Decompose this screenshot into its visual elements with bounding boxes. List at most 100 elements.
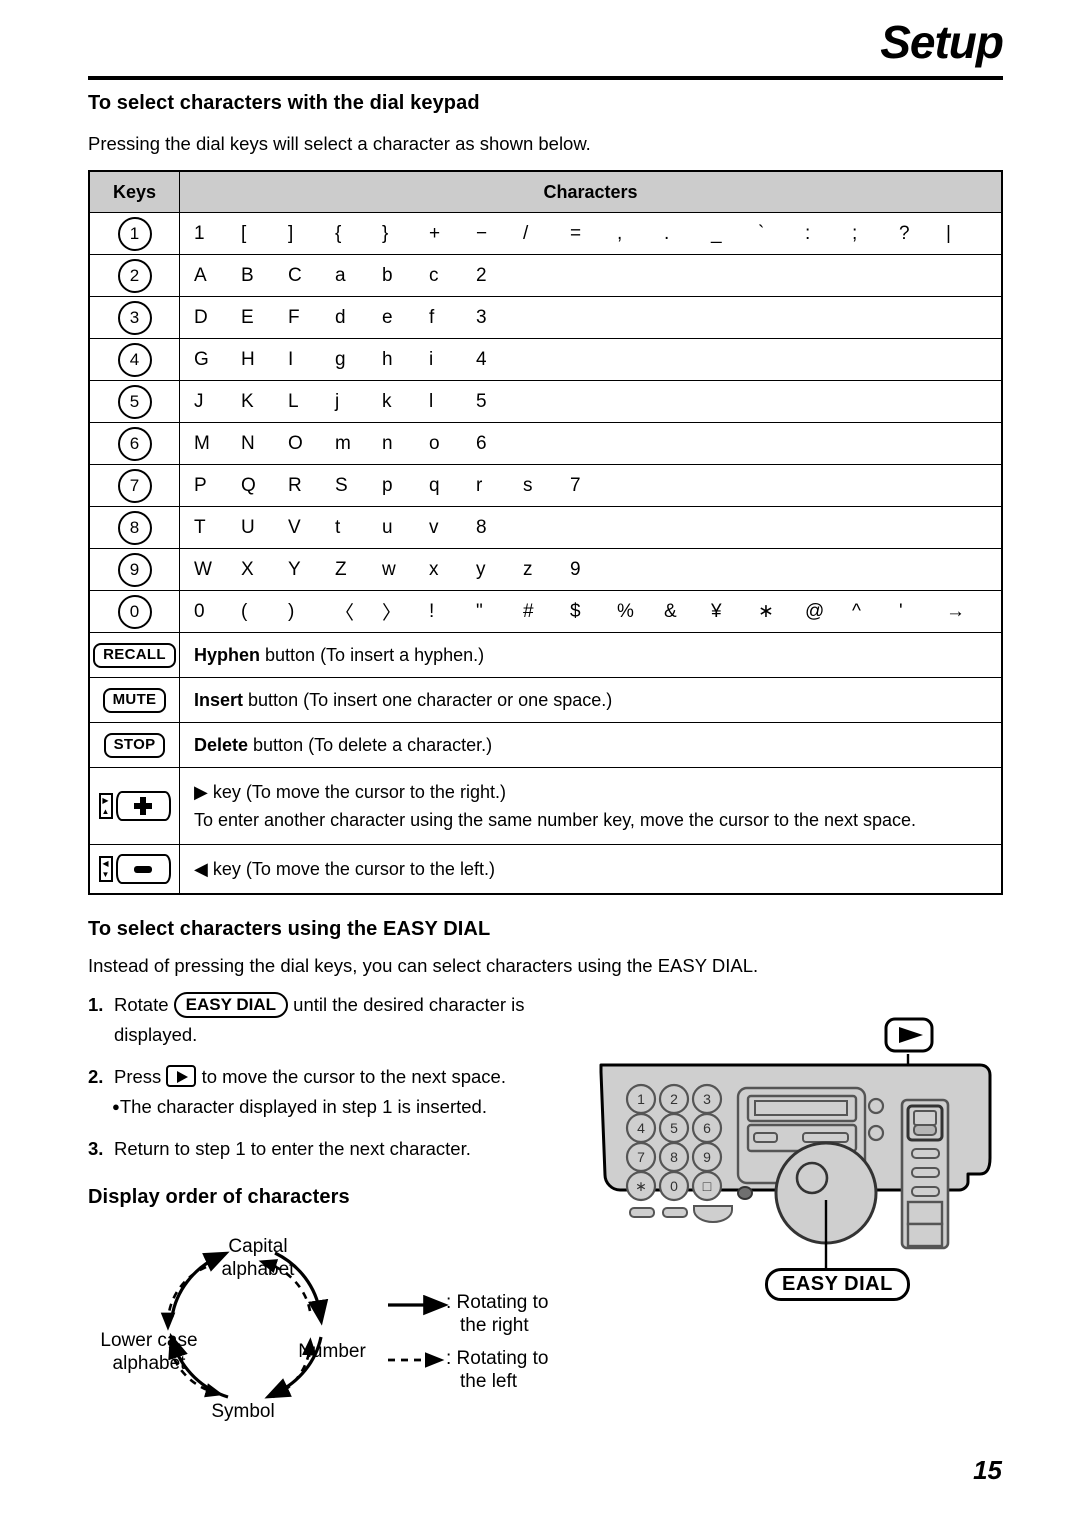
dial-key-4-icon[interactable]: 4 [117,342,152,377]
character-cell: i [429,348,434,370]
character-cell: } [382,222,389,244]
svg-text:4: 4 [637,1120,645,1136]
character-cell: " [476,600,483,622]
table-header-row: Keys Characters [90,172,1001,212]
table-row: MUTE Insert button (To insert one charact… [90,677,1001,722]
step-3-body: Return to step 1 to enter the next chara… [114,1138,471,1159]
dial-key-2-icon[interactable]: 2 [117,258,152,293]
easy-dial-steps: 1. Rotate EASY DIAL until the desired ch… [88,990,558,1176]
character-cell: s [523,474,533,496]
cursor-direction-indicator-icon: ▶ ▲ [98,793,113,819]
character-list: T U Vt u v 8 [194,517,523,539]
svg-text:∗: ∗ [635,1178,647,1194]
character-cell: { [335,222,342,244]
table-cell-description: ◀ key (To move the cursor to the left.) [180,845,1001,893]
character-list: A B Ca b c 2 [194,265,523,287]
character-cell: → [946,600,965,622]
step-2-number: 2. [88,1066,104,1087]
table-cell-key: ◀ ▼ [90,845,180,893]
character-cell: & [664,600,677,622]
table-row: 6 M N Om n o 6 [90,422,1001,464]
section-heading-dial-keypad: To select characters with the dial keypa… [88,92,480,114]
volume-down-button-icon[interactable] [115,854,171,884]
dial-key-1-icon[interactable]: 1 [117,216,152,251]
easy-dial-callout-label: EASY DIAL [765,1268,910,1301]
legend-right-line1: : Rotating to [446,1292,549,1313]
stop-button-icon[interactable]: STOP [103,732,166,758]
dial-key-3-icon[interactable]: 3 [117,300,152,335]
page-title: Setup [880,16,1004,68]
cursor-key-description: ◀ key (To move the cursor to the left.) [194,855,495,883]
character-cell: f [429,306,435,328]
character-cell: w [382,558,396,580]
plus-icon [134,797,152,815]
character-cell: n [382,432,393,454]
recall-button-icon[interactable]: RECALL [93,642,176,668]
table-row: ▶ ▲ ▶ key (To move the cursor to the right… [90,767,1001,844]
table-cell-key: 8 [90,507,180,548]
dial-key-8-icon[interactable]: 8 [117,510,152,545]
character-cell: + [429,222,441,244]
section-intro-easy-dial: Instead of pressing the dial keys, you c… [88,955,759,976]
character-cell: 8 [476,516,487,538]
character-cell: r [476,474,483,496]
table-row: 2 A B Ca b c 2 [90,254,1001,296]
volume-up-key-icon[interactable]: ▶ ▲ [98,791,171,821]
easy-dial-pill[interactable]: EASY DIAL [173,992,289,1018]
cursor-key-description: ▶ key (To move the cursor to the right.)… [194,778,916,834]
volume-down-key-icon[interactable]: ◀ ▼ [98,854,171,884]
character-cell: y [476,558,486,580]
dial-key-0-icon[interactable]: 0 [117,594,152,629]
character-cell: g [335,348,346,370]
character-cell: 9 [570,558,581,580]
button-function-name: Hyphen [194,645,261,665]
svg-text:1: 1 [637,1091,645,1107]
table-cell-description: ▶ key (To move the cursor to the right.)… [180,768,1001,844]
character-list: 1 [] {} + − / =,. _ `:;? | [194,223,993,245]
table-row: 4 G H Ig h i 4 [90,338,1001,380]
bullet-icon: ● [112,1099,120,1114]
table-row: 3 D E Fd e f 3 [90,296,1001,338]
section-heading-display-order: Display order of characters [88,1186,350,1208]
character-cell: 4 [476,348,487,370]
dial-key-6-icon[interactable]: 6 [117,426,152,461]
character-list: G H Ig h i 4 [194,349,523,371]
character-cell: ( [241,600,248,622]
character-cell: ^ [852,600,861,622]
character-cell: C [288,264,302,286]
right-arrow-key-icon[interactable] [166,1065,197,1087]
dial-key-9-icon[interactable]: 9 [117,552,152,587]
character-cell: b [382,264,393,286]
dial-key-7-icon[interactable]: 7 [117,468,152,503]
section-heading-easy-dial: To select characters using the EASY DIAL [88,918,491,940]
character-list: P Q R Sp q r s 7 [194,475,617,497]
character-cell: Y [288,558,301,580]
character-cell: z [523,558,533,580]
mute-button-icon[interactable]: MUTE [102,687,167,713]
character-cell: v [429,516,439,538]
svg-text:6: 6 [703,1120,711,1136]
device-illustration: 123 456 789 ∗ 0 □ EASY DIAL [590,1010,1003,1310]
character-cell: : [805,222,811,244]
dial-key-5-icon[interactable]: 5 [117,384,152,419]
table-row: 1 1 [] {} + − / =,. _ `:;? | [90,212,1001,254]
character-table: Keys Characters 1 1[]{} + − / =,. _ `:;? | 2 A B Ca b… [88,170,1003,895]
table-cell-key: 9 [90,549,180,590]
character-cell: ] [288,222,294,244]
svg-text:5: 5 [670,1120,678,1136]
table-cell-key: 0 [90,591,180,632]
character-cell: . [664,222,670,244]
table-row: ◀ ▼ ◀ key (To move the cursor to the left.… [90,844,1001,893]
table-cell-key: 3 [90,297,180,338]
button-function-name: Delete [194,735,249,755]
character-cell: A [194,264,207,286]
table-cell-description: Delete button (To delete a character.) [180,723,1001,767]
character-cell: P [194,474,207,496]
step-3: 3. Return to step 1 to enter the next ch… [88,1134,558,1164]
character-cell: ; [852,222,858,244]
volume-up-button-icon[interactable] [115,791,171,821]
table-cell-characters: T U Vt u v 8 [180,507,1001,548]
table-cell-characters: G H Ig h i 4 [180,339,1001,380]
character-cell: Z [335,558,347,580]
node-lower-alphabet: Lower case alphabet [86,1329,212,1375]
